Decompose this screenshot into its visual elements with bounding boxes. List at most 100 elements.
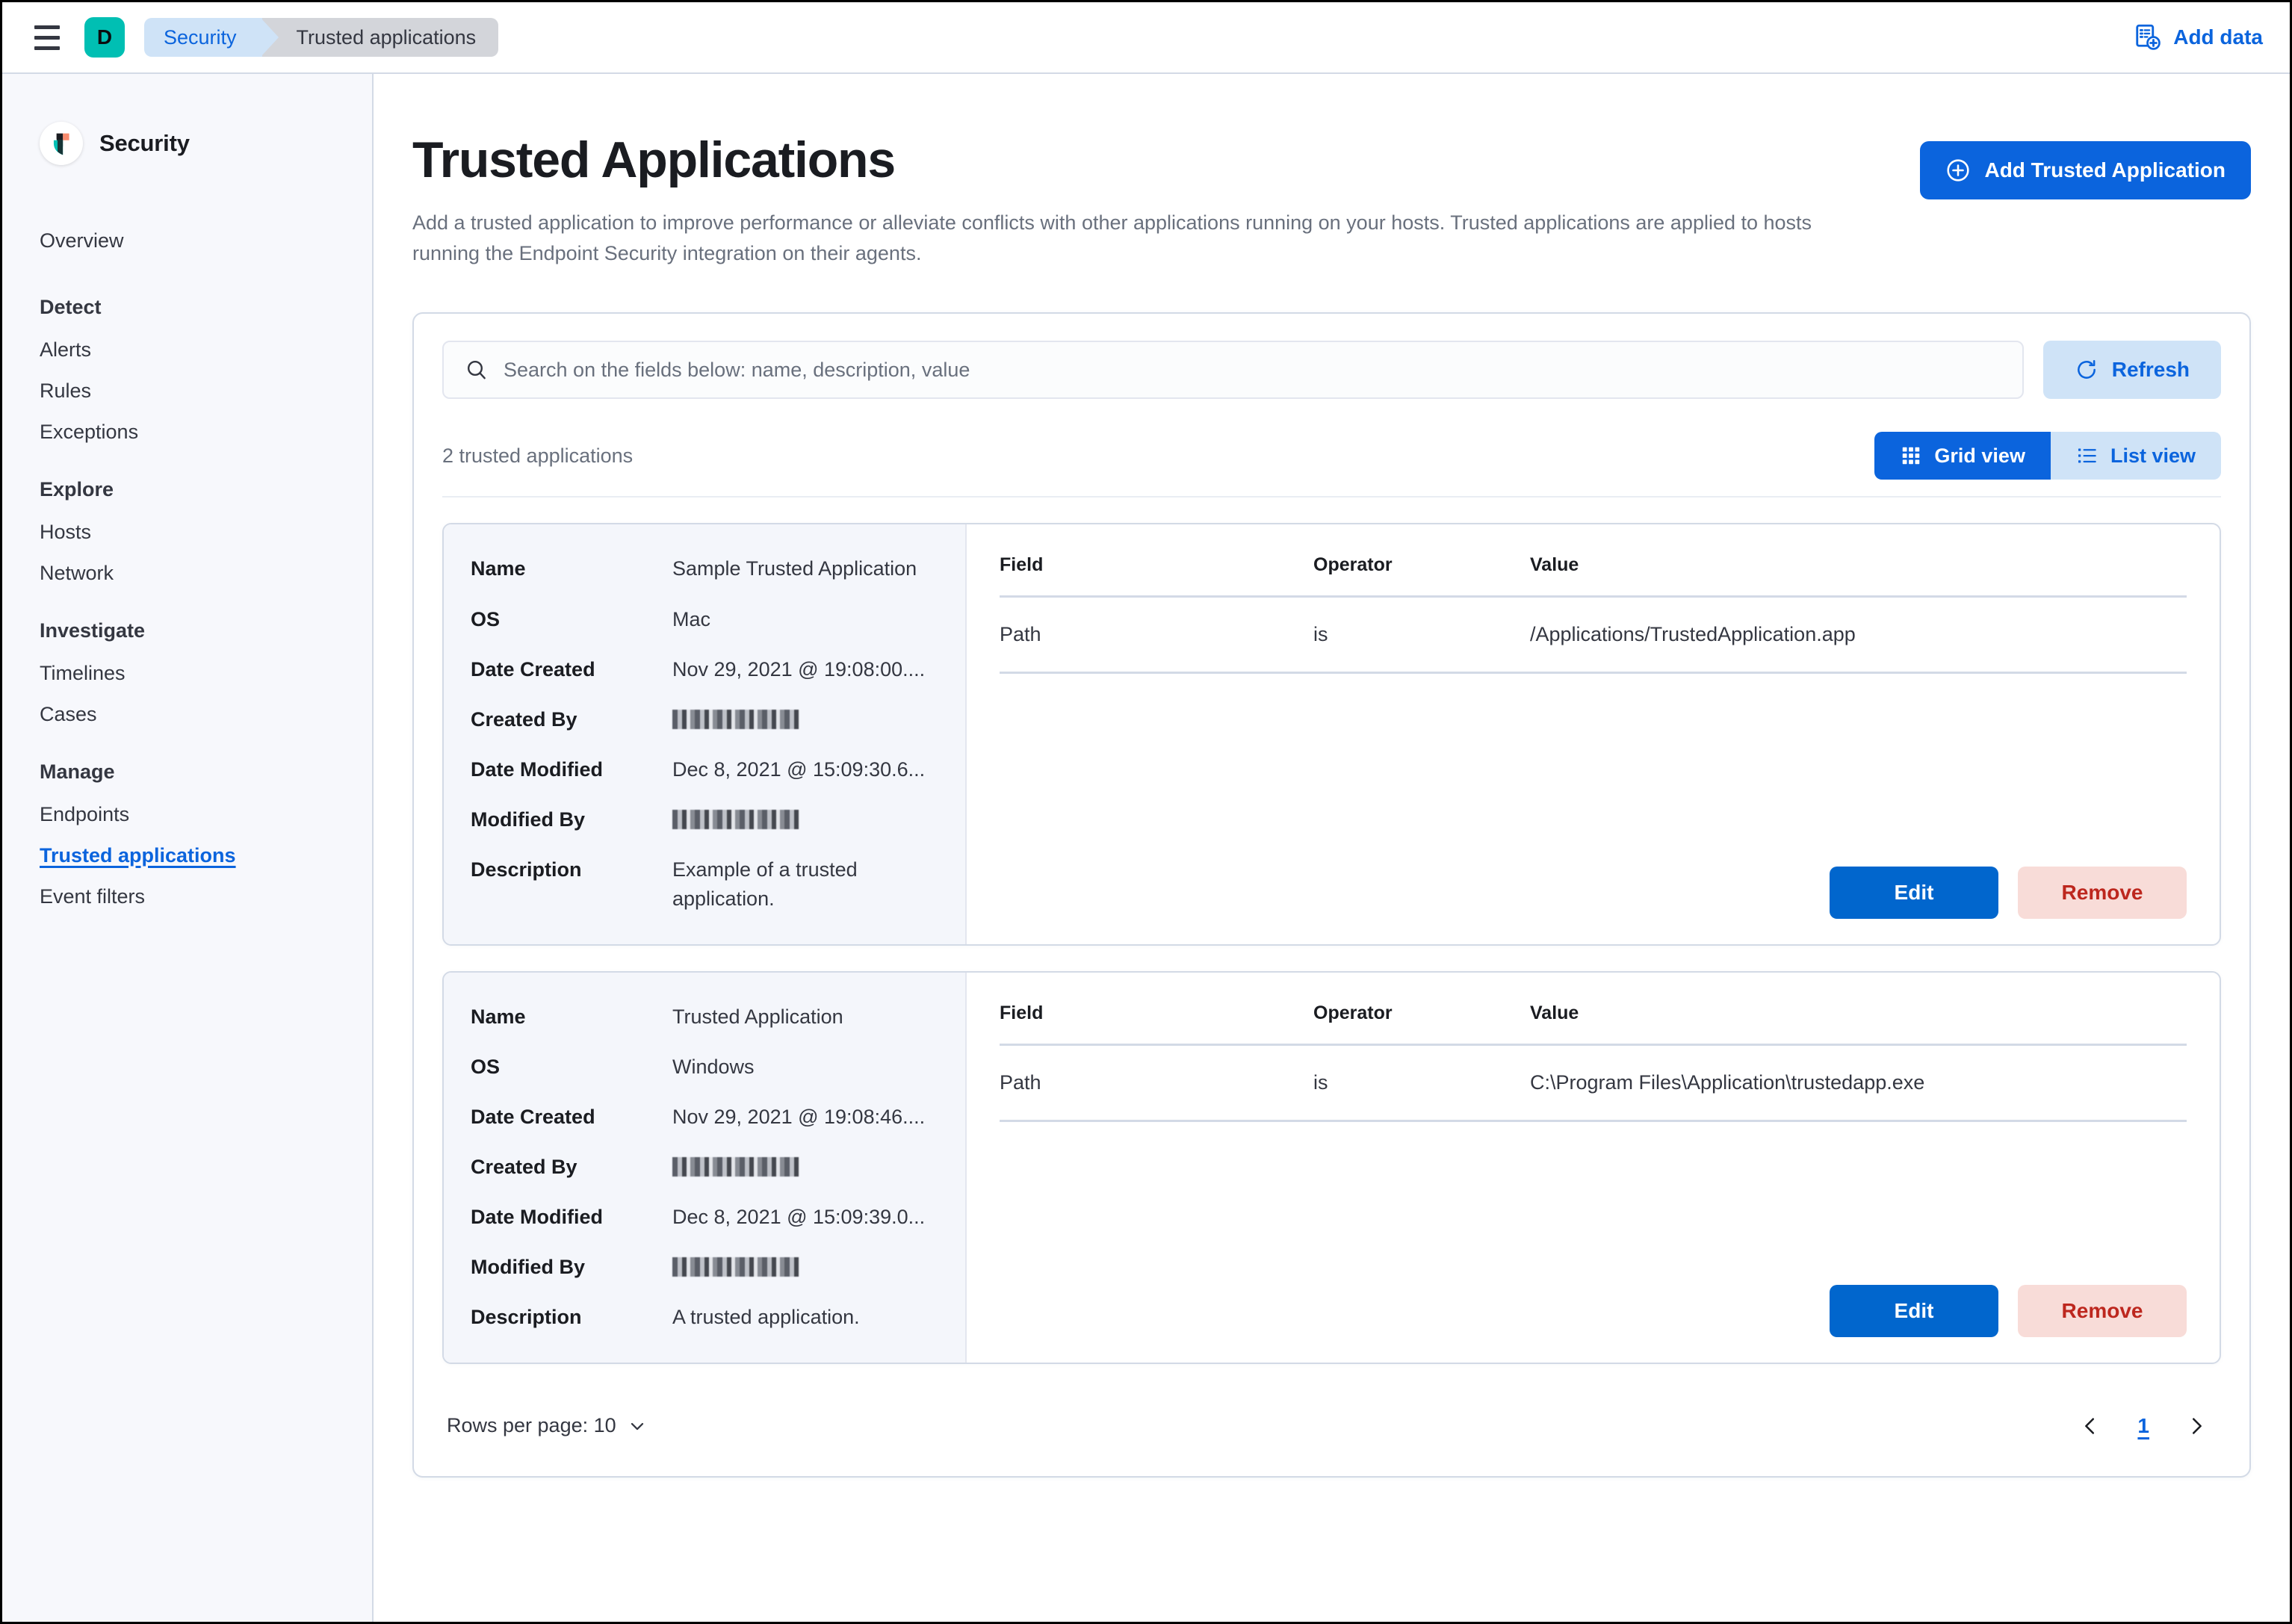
tab-list-view[interactable]: List view	[2050, 432, 2221, 480]
grid-icon	[1900, 444, 1922, 467]
redacted-value	[672, 709, 799, 729]
sidebar-group-manage: Manage Endpoints Trusted applications Ev…	[2, 760, 372, 917]
field-label: Date Created	[471, 657, 595, 681]
add-data-button[interactable]: Add data	[2134, 24, 2263, 51]
remove-button[interactable]: Remove	[2018, 1284, 2187, 1337]
sidebar-heading-manage: Manage	[40, 760, 115, 783]
grid-view-label: Grid view	[1934, 444, 2025, 467]
field-modified-by: Modified By	[471, 805, 940, 834]
add-trusted-application-button[interactable]: Add Trusted Application	[1920, 141, 2251, 199]
table-row: Path is /Applications/TrustedApplication…	[1000, 596, 2187, 675]
sidebar-item-alerts[interactable]: Alerts	[2, 329, 372, 371]
breadcrumb-item-security[interactable]: Security	[144, 18, 279, 57]
sidebar-item-event-filters[interactable]: Event filters	[2, 876, 372, 917]
cell-field: Path	[1000, 596, 1313, 675]
redacted-value	[672, 810, 799, 830]
list-view-label: List view	[2110, 444, 2196, 467]
field-description: Description A trusted application.	[471, 1303, 940, 1332]
redacted-value	[672, 1157, 799, 1177]
field-value: Sample Trusted Application	[672, 557, 917, 580]
hamburger-icon[interactable]	[26, 16, 68, 58]
field-label: Modified By	[471, 808, 585, 831]
cell-operator: is	[1313, 1044, 1530, 1122]
sidebar-item-exceptions[interactable]: Exceptions	[2, 412, 372, 453]
edit-button[interactable]: Edit	[1830, 1284, 1998, 1337]
refresh-icon	[2075, 358, 2099, 382]
field-value: Nov 29, 2021 @ 19:08:46....	[672, 1105, 926, 1128]
page-header: Trusted Applications Add a trusted appli…	[412, 131, 2251, 269]
field-label: Date Modified	[471, 758, 604, 781]
search-input[interactable]: Search on the fields below: name, descri…	[442, 341, 2024, 400]
cell-field: Path	[1000, 1044, 1313, 1122]
page-controls: 1	[2070, 1406, 2217, 1446]
field-label: Description	[471, 858, 582, 881]
next-page-button[interactable]	[2176, 1406, 2217, 1446]
main-content: Trusted Applications Add a trusted appli…	[374, 74, 2290, 1622]
pagination: Rows per page: 10 1	[442, 1406, 2221, 1449]
table-header-row: Field Operator Value	[1000, 1002, 2187, 1046]
sidebar: Security Overview Detect Alerts Rules Ex…	[2, 74, 374, 1622]
sidebar-item-endpoints[interactable]: Endpoints	[2, 794, 372, 835]
page-number-1[interactable]: 1	[2130, 1414, 2157, 1438]
column-header-field: Field	[1000, 554, 1313, 598]
sidebar-item-overview[interactable]: Overview	[2, 220, 372, 261]
card-actions: Edit Remove	[1000, 837, 2187, 919]
page-body: Security Overview Detect Alerts Rules Ex…	[2, 74, 2290, 1622]
field-value: Dec 8, 2021 @ 15:09:30.6...	[672, 758, 926, 781]
field-label: Name	[471, 1005, 526, 1028]
field-label: Modified By	[471, 1256, 585, 1279]
column-header-operator: Operator	[1313, 554, 1530, 598]
field-os: OS Mac	[471, 605, 940, 634]
sidebar-item-timelines[interactable]: Timelines	[2, 653, 372, 694]
sidebar-item-trusted-applications[interactable]: Trusted applications	[2, 835, 372, 876]
trusted-applications-panel: Search on the fields below: name, descri…	[412, 312, 2251, 1478]
results-meta-row: 2 trusted applications Grid view List vi…	[442, 432, 2221, 498]
remove-button[interactable]: Remove	[2018, 866, 2187, 919]
conditions-table: Field Operator Value Path is C:\Program …	[1000, 1002, 2187, 1122]
field-value: Mac	[672, 607, 711, 630]
card-details: Name Trusted Application OS Windows Date…	[444, 972, 967, 1363]
rows-per-page-selector[interactable]: Rows per page: 10	[447, 1414, 648, 1437]
sidebar-group-detect: Detect Alerts Rules Exceptions	[2, 296, 372, 453]
sidebar-heading-detect: Detect	[40, 296, 102, 318]
column-header-operator: Operator	[1313, 1002, 1530, 1046]
edit-button[interactable]: Edit	[1830, 866, 1998, 919]
sidebar-heading-investigate: Investigate	[40, 619, 146, 642]
field-modified-by: Modified By	[471, 1253, 940, 1282]
application-window: D Security Trusted applications Add data	[0, 0, 2292, 1624]
card-conditions: Field Operator Value Path is C:\Program …	[967, 973, 2220, 1363]
search-row: Search on the fields below: name, descri…	[442, 341, 2221, 400]
add-trusted-application-label: Add Trusted Application	[1984, 158, 2226, 182]
field-created-by: Created By	[471, 705, 940, 734]
sidebar-group-investigate: Investigate Timelines Cases	[2, 619, 372, 735]
field-date-created: Date Created Nov 29, 2021 @ 19:08:00....	[471, 655, 940, 684]
add-data-icon	[2134, 24, 2161, 51]
page-title: Trusted Applications	[412, 131, 896, 188]
global-header: D Security Trusted applications Add data	[2, 2, 2290, 74]
cell-value: /Applications/TrustedApplication.app	[1530, 596, 2187, 675]
refresh-button[interactable]: Refresh	[2042, 341, 2221, 400]
list-icon	[2076, 444, 2099, 467]
plus-in-circle-icon	[1945, 158, 1971, 183]
field-created-by: Created By	[471, 1153, 940, 1182]
field-description: Description Example of a trusted applica…	[471, 855, 940, 914]
tab-grid-view[interactable]: Grid view	[1874, 432, 2051, 480]
results-count: 2 trusted applications	[442, 444, 634, 467]
field-label: Description	[471, 1306, 582, 1329]
card-actions: Edit Remove	[1000, 1255, 2187, 1337]
avatar[interactable]: D	[84, 17, 125, 58]
column-header-value: Value	[1530, 554, 2187, 598]
sidebar-item-hosts[interactable]: Hosts	[2, 512, 372, 553]
field-name: Name Trusted Application	[471, 1002, 940, 1032]
sidebar-item-network[interactable]: Network	[2, 553, 372, 594]
previous-page-button[interactable]	[2070, 1406, 2110, 1446]
redacted-value	[672, 1257, 799, 1277]
breadcrumb-item-trusted-applications: Trusted applications	[261, 18, 499, 57]
field-name: Name Sample Trusted Application	[471, 554, 940, 583]
sidebar-item-cases[interactable]: Cases	[2, 694, 372, 735]
refresh-label: Refresh	[2111, 358, 2190, 382]
breadcrumb: Security Trusted applications	[144, 18, 499, 57]
table-header-row: Field Operator Value	[1000, 554, 2187, 598]
field-label: OS	[471, 607, 501, 630]
sidebar-item-rules[interactable]: Rules	[2, 371, 372, 412]
